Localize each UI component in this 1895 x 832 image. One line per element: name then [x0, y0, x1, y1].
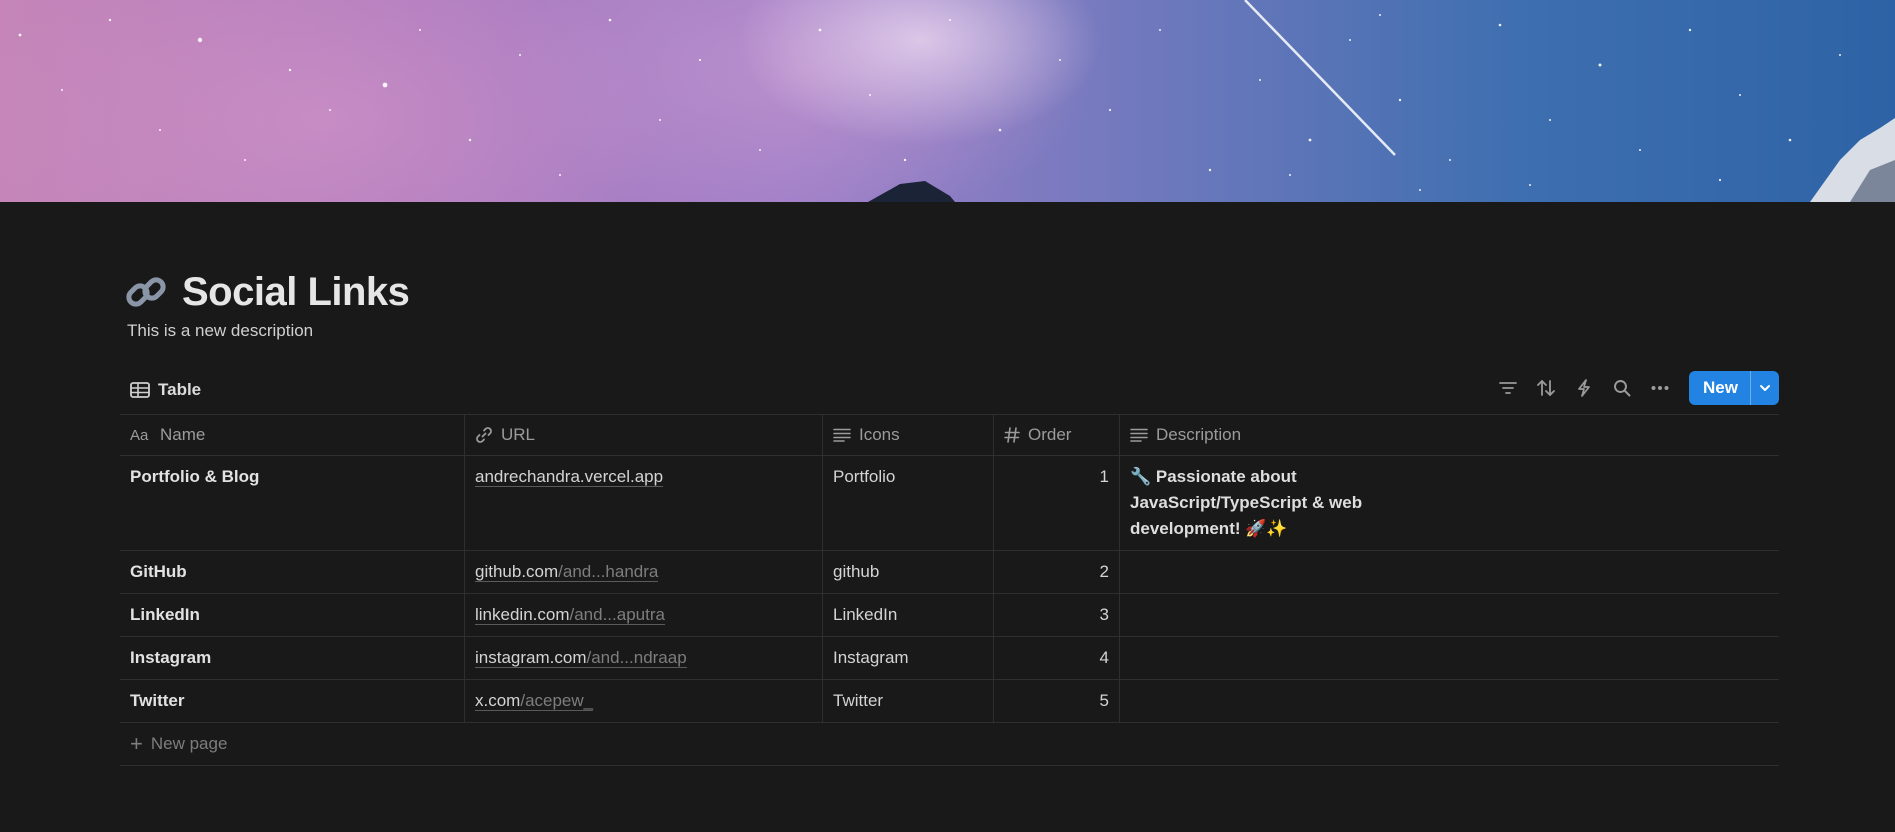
cell-order[interactable]: 2 [994, 551, 1120, 593]
link-icon [476, 427, 492, 443]
cell-name[interactable]: LinkedIn [120, 594, 465, 636]
new-options-button[interactable] [1750, 371, 1779, 405]
sort-button[interactable] [1531, 373, 1561, 403]
cell-icons[interactable]: Portfolio [823, 456, 994, 550]
filter-button[interactable] [1493, 373, 1523, 403]
url-path: /acepew_ [520, 691, 594, 710]
cell-order[interactable]: 5 [994, 680, 1120, 722]
new-button[interactable]: New [1689, 371, 1750, 405]
search-button[interactable] [1607, 373, 1637, 403]
database-table: Aa Name URL Icons Order Description Port… [120, 414, 1779, 766]
cell-url[interactable]: x.com/acepew_ [465, 680, 823, 722]
notion-page: Social Links This is a new description T… [0, 0, 1895, 832]
url-host: github.com [475, 562, 559, 581]
svg-text:Aa: Aa [130, 427, 149, 443]
text-type-icon: Aa [130, 427, 149, 443]
page-title[interactable]: Social Links [182, 270, 410, 315]
cell-description[interactable] [1120, 680, 1779, 722]
url-host: linkedin.com [475, 605, 570, 624]
link-icon[interactable] [122, 268, 170, 316]
table-row[interactable]: Portfolio & Blog andrechandra.vercel.app… [120, 456, 1779, 551]
url-path: /and...aputra [569, 605, 665, 624]
cell-description[interactable] [1120, 594, 1779, 636]
cell-url[interactable]: instagram.com/and...ndraap [465, 637, 823, 679]
cell-icons[interactable]: LinkedIn [823, 594, 994, 636]
more-icon [1651, 386, 1669, 390]
table-header-row: Aa Name URL Icons Order Description [120, 415, 1779, 456]
column-header-label: Order [1028, 425, 1072, 444]
plus-icon: + [130, 731, 143, 756]
cell-order[interactable]: 4 [994, 637, 1120, 679]
view-tab-label: Table [158, 380, 202, 399]
table-row[interactable]: Twitter x.com/acepew_ Twitter 5 [120, 680, 1779, 723]
url-link[interactable]: linkedin.com/and...aputra [475, 605, 665, 625]
table-row[interactable]: Instagram instagram.com/and...ndraap Ins… [120, 637, 1779, 680]
cell-icons[interactable]: github [823, 551, 994, 593]
cell-name[interactable]: Portfolio & Blog [120, 456, 465, 550]
more-options-button[interactable] [1645, 373, 1675, 403]
description-text: 🔧 Passionate about JavaScript/TypeScript… [1130, 467, 1363, 538]
cell-icons[interactable]: Instagram [823, 637, 994, 679]
column-header-label: Icons [859, 425, 900, 444]
starry-sky-illustration [18, 0, 1895, 202]
column-header-name[interactable]: Aa Name [120, 415, 465, 455]
column-header-label: Description [1156, 425, 1242, 444]
page-description[interactable]: This is a new description [127, 321, 313, 341]
cell-description[interactable] [1120, 637, 1779, 679]
text-lines-icon [1130, 428, 1148, 442]
url-link[interactable]: instagram.com/and...ndraap [475, 648, 687, 668]
lightning-icon [1578, 379, 1590, 397]
table-row[interactable]: LinkedIn linkedin.com/and...aputra Linke… [120, 594, 1779, 637]
url-host: andrechandra.vercel.app [475, 467, 664, 486]
table-icon [130, 382, 150, 398]
hash-icon [1004, 427, 1020, 443]
automation-button[interactable] [1569, 373, 1599, 403]
new-page-button[interactable]: + New page [120, 723, 1779, 766]
cover-image[interactable] [0, 0, 1895, 202]
cell-url[interactable]: linkedin.com/and...aputra [465, 594, 823, 636]
sort-icon [1537, 380, 1555, 396]
view-tab-table[interactable]: Table [130, 378, 201, 402]
column-header-description[interactable]: Description [1120, 415, 1779, 455]
chevron-down-icon [1760, 385, 1770, 391]
page-header: Social Links [122, 266, 410, 318]
cell-url[interactable]: github.com/and...handra [465, 551, 823, 593]
url-link[interactable]: x.com/acepew_ [475, 691, 594, 711]
url-host: x.com [475, 691, 521, 710]
new-page-label: New page [150, 734, 228, 753]
column-header-icons[interactable]: Icons [823, 415, 994, 455]
cell-name[interactable]: Twitter [120, 680, 465, 722]
cell-order[interactable]: 1 [994, 456, 1120, 550]
new-button-group: New [1689, 371, 1779, 405]
filter-icon [1499, 382, 1517, 394]
cell-name[interactable]: Instagram [120, 637, 465, 679]
cell-url[interactable]: andrechandra.vercel.app [465, 456, 823, 550]
url-link[interactable]: github.com/and...handra [475, 562, 659, 582]
column-header-url[interactable]: URL [465, 415, 823, 455]
column-header-label: Name [160, 425, 206, 444]
url-path: /and...handra [558, 562, 659, 581]
url-host: instagram.com [475, 648, 587, 667]
cell-order[interactable]: 3 [994, 594, 1120, 636]
search-icon [1614, 380, 1631, 397]
text-lines-icon [833, 428, 851, 442]
cell-description[interactable] [1120, 551, 1779, 593]
cell-icons[interactable]: Twitter [823, 680, 994, 722]
url-link[interactable]: andrechandra.vercel.app [475, 467, 664, 487]
cell-description[interactable]: 🔧 Passionate about JavaScript/TypeScript… [1120, 456, 1779, 550]
database-toolbar: New [1485, 371, 1779, 405]
column-header-order[interactable]: Order [994, 415, 1120, 455]
cell-name[interactable]: GitHub [120, 551, 465, 593]
url-path: /and...ndraap [586, 648, 687, 667]
table-row[interactable]: GitHub github.com/and...handra github 2 [120, 551, 1779, 594]
column-header-label: URL [501, 425, 536, 444]
